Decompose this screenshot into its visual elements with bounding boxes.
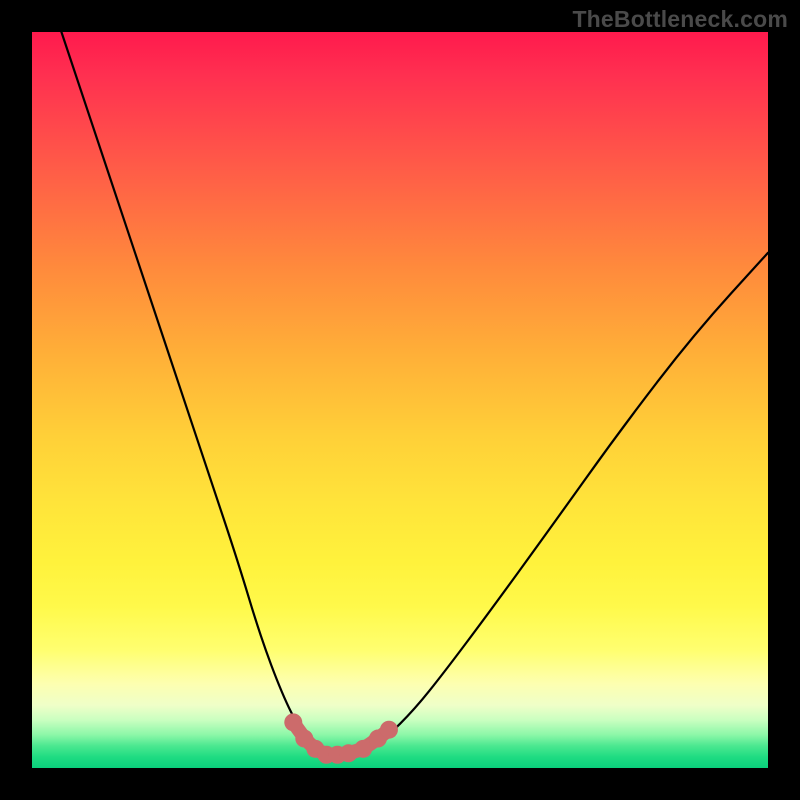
bottleneck-curve [61,32,768,756]
sweet-spot-markers [284,713,398,763]
sweet-spot-point [380,721,398,739]
plot-svg [32,32,768,768]
chart-area [32,32,768,768]
sweet-spot-point [354,740,372,758]
sweet-spot-point [284,713,302,731]
watermark-text: TheBottleneck.com [572,6,788,33]
